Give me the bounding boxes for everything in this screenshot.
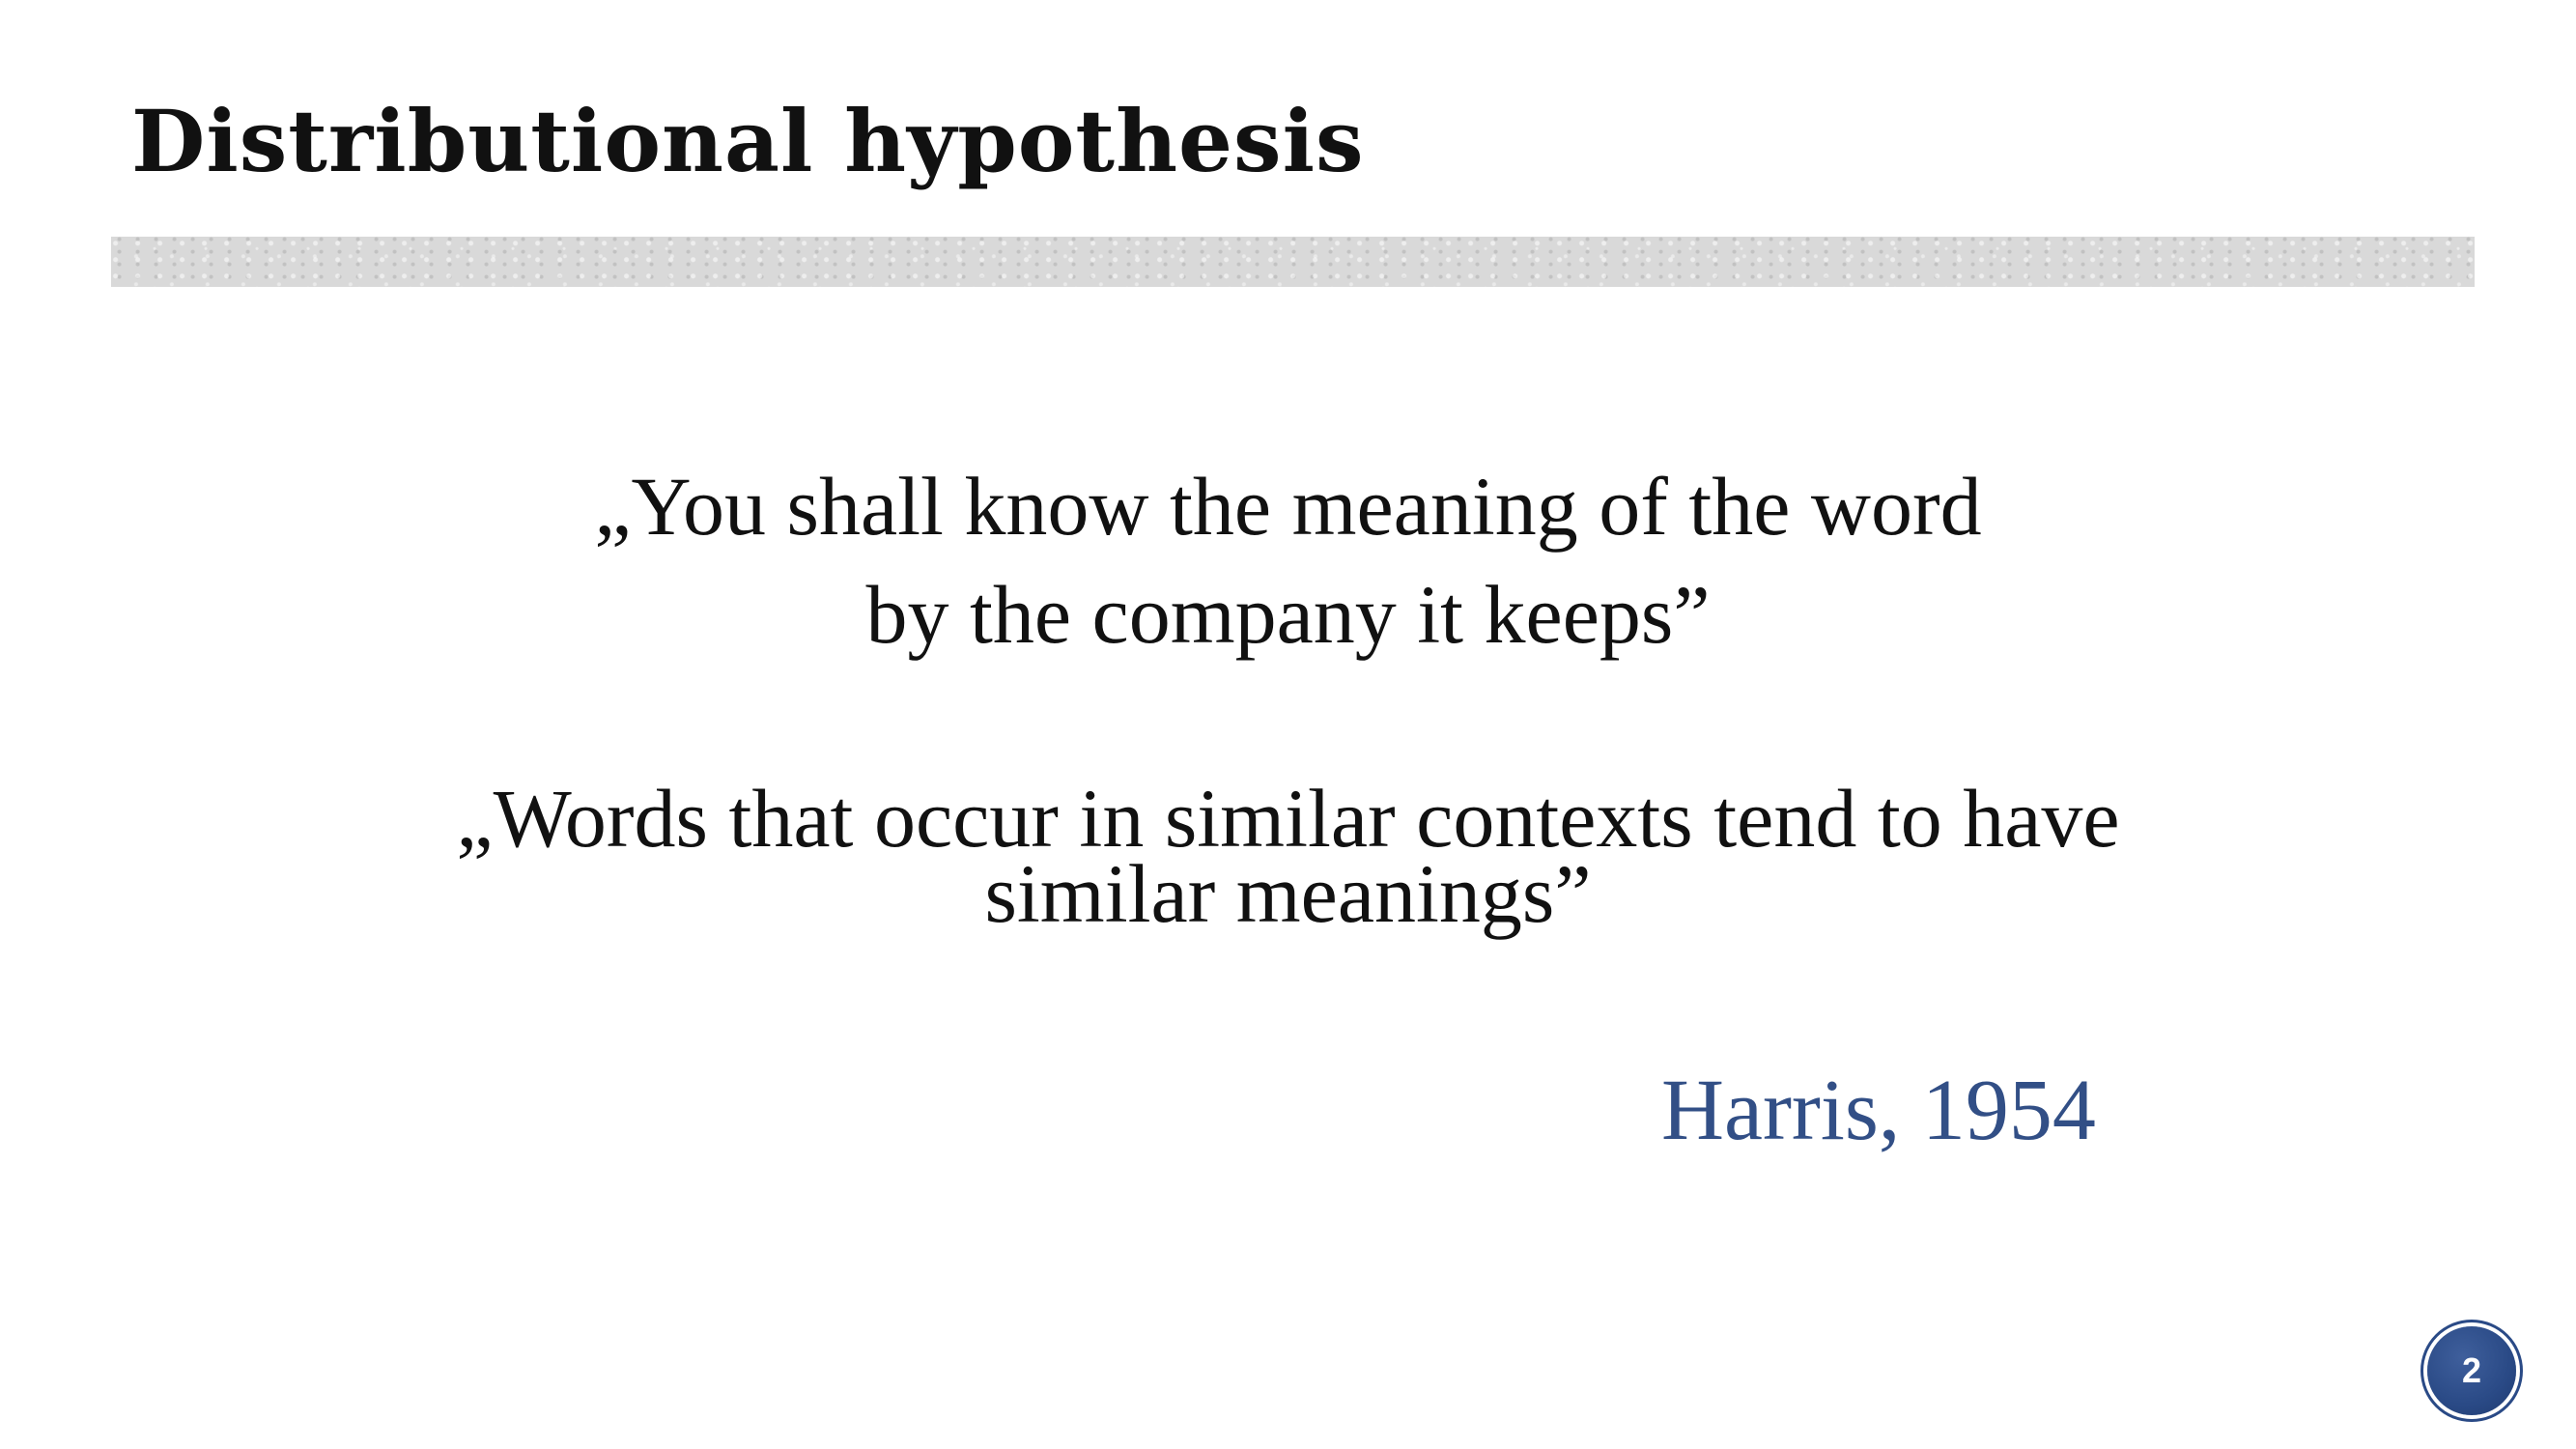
- slide: Distributional hypothesis „You shall kno…: [0, 0, 2576, 1449]
- quote-harris: „Words that occur in similar contexts te…: [0, 772, 2576, 940]
- title-divider-bar: [111, 237, 2475, 287]
- quote-harris-line-2: similar meanings”: [984, 847, 1592, 940]
- slide-title: Distributional hypothesis: [131, 91, 1365, 191]
- quote-harris-line-1: „Words that occur in similar contexts te…: [456, 772, 2120, 865]
- quote-attribution: Harris, 1954: [1661, 1063, 2096, 1158]
- quote-firth-line-2: by the company it keeps”: [865, 568, 1711, 661]
- quote-firth-line-1: „You shall know the meaning of the word: [594, 460, 1982, 553]
- quote-firth: „You shall know the meaning of the word …: [0, 452, 2576, 668]
- page-number-badge: 2: [2427, 1326, 2516, 1415]
